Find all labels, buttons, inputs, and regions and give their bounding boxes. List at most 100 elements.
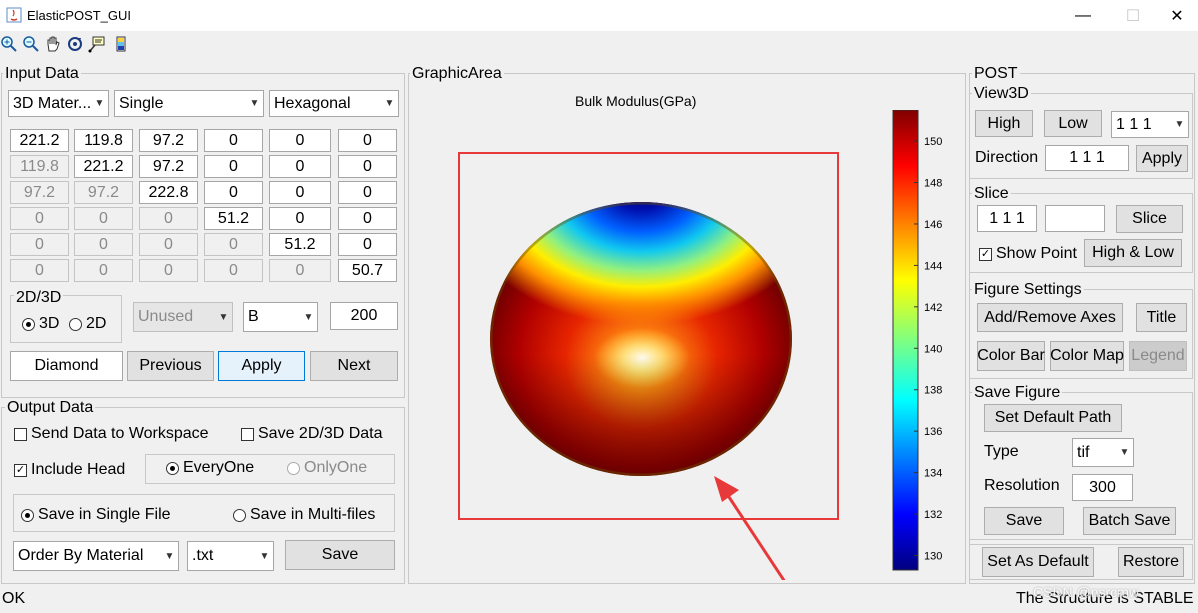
high-view-button[interactable]: High bbox=[975, 110, 1033, 137]
direction-input[interactable]: 1 1 1 bbox=[1045, 145, 1129, 171]
colorbar-tick-label: 146 bbox=[924, 219, 942, 231]
pan-icon[interactable] bbox=[44, 35, 62, 53]
slice-offset-input[interactable] bbox=[1045, 205, 1105, 232]
chevron-down-icon: ▼ bbox=[384, 98, 395, 109]
colorbar-tick-label: 132 bbox=[924, 509, 942, 521]
slice-direction-input[interactable]: 1 1 1 bbox=[977, 205, 1037, 232]
matrix-cell-c35[interactable]: 0 bbox=[269, 181, 331, 204]
input-mode-select[interactable]: Single ▼ bbox=[114, 90, 264, 117]
bulk-modulus-surface[interactable] bbox=[469, 143, 811, 490]
color-bar-button[interactable]: Color Bar bbox=[977, 341, 1045, 371]
matrix-cell-c24[interactable]: 0 bbox=[204, 155, 263, 178]
single-file-radio[interactable]: Save in Single File bbox=[21, 506, 171, 524]
colorbar-tick-label: 150 bbox=[924, 136, 942, 148]
matrix-cell-c26[interactable]: 0 bbox=[338, 155, 397, 178]
watermark: CSDN @nsrcmw bbox=[1033, 584, 1139, 600]
low-view-button[interactable]: Low bbox=[1044, 110, 1102, 137]
extension-select[interactable]: .txt ▼ bbox=[187, 541, 274, 571]
matrix-cell-c56[interactable]: 0 bbox=[338, 233, 397, 256]
slice-title: Slice bbox=[972, 185, 1011, 202]
points-input[interactable]: 200 bbox=[330, 302, 398, 330]
direction-select-value: 1 1 1 bbox=[1116, 115, 1152, 133]
batch-save-button[interactable]: Batch Save bbox=[1083, 507, 1176, 535]
radio-3d[interactable]: 3D bbox=[22, 315, 59, 333]
slice-button[interactable]: Slice bbox=[1116, 205, 1183, 233]
radio-icon bbox=[69, 317, 82, 331]
matrix-cell-c45[interactable]: 0 bbox=[269, 207, 331, 230]
save-2d3d-checkbox[interactable]: Save 2D/3D Data bbox=[241, 425, 383, 443]
crystal-system-select[interactable]: Hexagonal ▼ bbox=[269, 90, 399, 117]
legend-button[interactable]: Legend bbox=[1129, 341, 1187, 371]
matrix-cell-c22[interactable]: 221.2 bbox=[74, 155, 133, 178]
save-figure-button[interactable]: Save bbox=[984, 507, 1064, 535]
title-button[interactable]: Title bbox=[1136, 303, 1187, 332]
matrix-cell-c25[interactable]: 0 bbox=[269, 155, 331, 178]
input-data-title: Input Data bbox=[3, 65, 81, 82]
figure-settings-title: Figure Settings bbox=[972, 281, 1084, 298]
save-2d3d-label: Save 2D/3D Data bbox=[258, 425, 383, 442]
property-select[interactable]: B ▼ bbox=[243, 302, 318, 332]
close-icon[interactable]: ✕ bbox=[1154, 0, 1198, 31]
datatip-icon[interactable] bbox=[88, 35, 106, 53]
input-type-select[interactable]: 3D Mater... ▼ bbox=[8, 90, 109, 117]
include-head-checkbox[interactable]: ✓ Include Head bbox=[14, 461, 125, 479]
zoom-out-icon[interactable] bbox=[22, 35, 40, 53]
colorbar-tick-label: 142 bbox=[924, 302, 942, 314]
show-point-checkbox[interactable]: ✓ Show Point bbox=[979, 245, 1077, 263]
chevron-down-icon: ▼ bbox=[164, 550, 175, 562]
matrix-cell-c44[interactable]: 51.2 bbox=[204, 207, 263, 230]
dimension-title: 2D/3D bbox=[14, 289, 64, 306]
matrix-cell-c36[interactable]: 0 bbox=[338, 181, 397, 204]
direction-select[interactable]: 1 1 1 ▼ bbox=[1111, 111, 1189, 138]
matrix-cell-c15[interactable]: 0 bbox=[269, 129, 331, 152]
zoom-in-icon[interactable] bbox=[0, 35, 18, 53]
resolution-input[interactable]: 300 bbox=[1072, 474, 1133, 501]
onlyone-radio[interactable]: OnlyOne bbox=[287, 459, 367, 477]
restore-button[interactable]: Restore bbox=[1118, 547, 1184, 577]
chevron-down-icon: ▼ bbox=[249, 98, 260, 109]
matrix-cell-c32: 97.2 bbox=[74, 181, 133, 204]
apply-button[interactable]: Apply bbox=[218, 351, 305, 381]
minimize-icon[interactable]: — bbox=[1060, 0, 1106, 31]
set-default-path-button[interactable]: Set Default Path bbox=[984, 404, 1122, 432]
colorbar-icon[interactable] bbox=[112, 35, 130, 53]
image-type-select[interactable]: tif ▼ bbox=[1072, 438, 1134, 467]
color-map-button[interactable]: Color Map bbox=[1050, 341, 1124, 371]
rotate-icon[interactable] bbox=[66, 35, 84, 53]
unused-select[interactable]: Unused ▼ bbox=[133, 302, 233, 332]
matrix-cell-c23[interactable]: 97.2 bbox=[139, 155, 198, 178]
colorbar[interactable] bbox=[892, 110, 919, 571]
material-name-input[interactable]: Diamond bbox=[10, 351, 123, 381]
radio-2d[interactable]: 2D bbox=[69, 315, 106, 333]
matrix-cell-c66[interactable]: 50.7 bbox=[338, 259, 397, 282]
property-value: B bbox=[248, 308, 259, 325]
send-workspace-checkbox[interactable]: Send Data to Workspace bbox=[14, 425, 209, 443]
next-button[interactable]: Next bbox=[310, 351, 398, 381]
set-as-default-button[interactable]: Set As Default bbox=[982, 547, 1094, 577]
matrix-cell-c14[interactable]: 0 bbox=[204, 129, 263, 152]
multi-files-radio[interactable]: Save in Multi-files bbox=[233, 506, 375, 524]
add-remove-axes-button[interactable]: Add/Remove Axes bbox=[977, 303, 1123, 332]
matrix-cell-c11[interactable]: 221.2 bbox=[10, 129, 69, 152]
matrix-cell-c61: 0 bbox=[10, 259, 69, 282]
previous-button[interactable]: Previous bbox=[127, 351, 214, 381]
colorbar-tick-label: 144 bbox=[924, 260, 942, 272]
maximize-icon[interactable]: ☐ bbox=[1110, 0, 1156, 31]
input-type-value: 3D Mater... bbox=[13, 94, 92, 112]
everyone-radio[interactable]: EveryOne bbox=[166, 459, 254, 477]
matrix-cell-c16[interactable]: 0 bbox=[338, 129, 397, 152]
output-save-button[interactable]: Save bbox=[285, 540, 395, 570]
plot-canvas[interactable]: 150 148 146 144 142 140 138 136 134 132 130 bbox=[409, 110, 965, 580]
save-figure-title: Save Figure bbox=[972, 384, 1063, 401]
matrix-cell-c55[interactable]: 51.2 bbox=[269, 233, 331, 256]
matrix-cell-c62: 0 bbox=[74, 259, 133, 282]
matrix-cell-c33[interactable]: 222.8 bbox=[139, 181, 198, 204]
matrix-cell-c46[interactable]: 0 bbox=[338, 207, 397, 230]
high-low-button[interactable]: High & Low bbox=[1084, 239, 1182, 267]
show-point-label: Show Point bbox=[996, 245, 1077, 262]
matrix-cell-c34[interactable]: 0 bbox=[204, 181, 263, 204]
direction-apply-button[interactable]: Apply bbox=[1136, 145, 1188, 172]
order-select[interactable]: Order By Material ▼ bbox=[13, 541, 179, 571]
matrix-cell-c12[interactable]: 119.8 bbox=[74, 129, 133, 152]
matrix-cell-c13[interactable]: 97.2 bbox=[139, 129, 198, 152]
